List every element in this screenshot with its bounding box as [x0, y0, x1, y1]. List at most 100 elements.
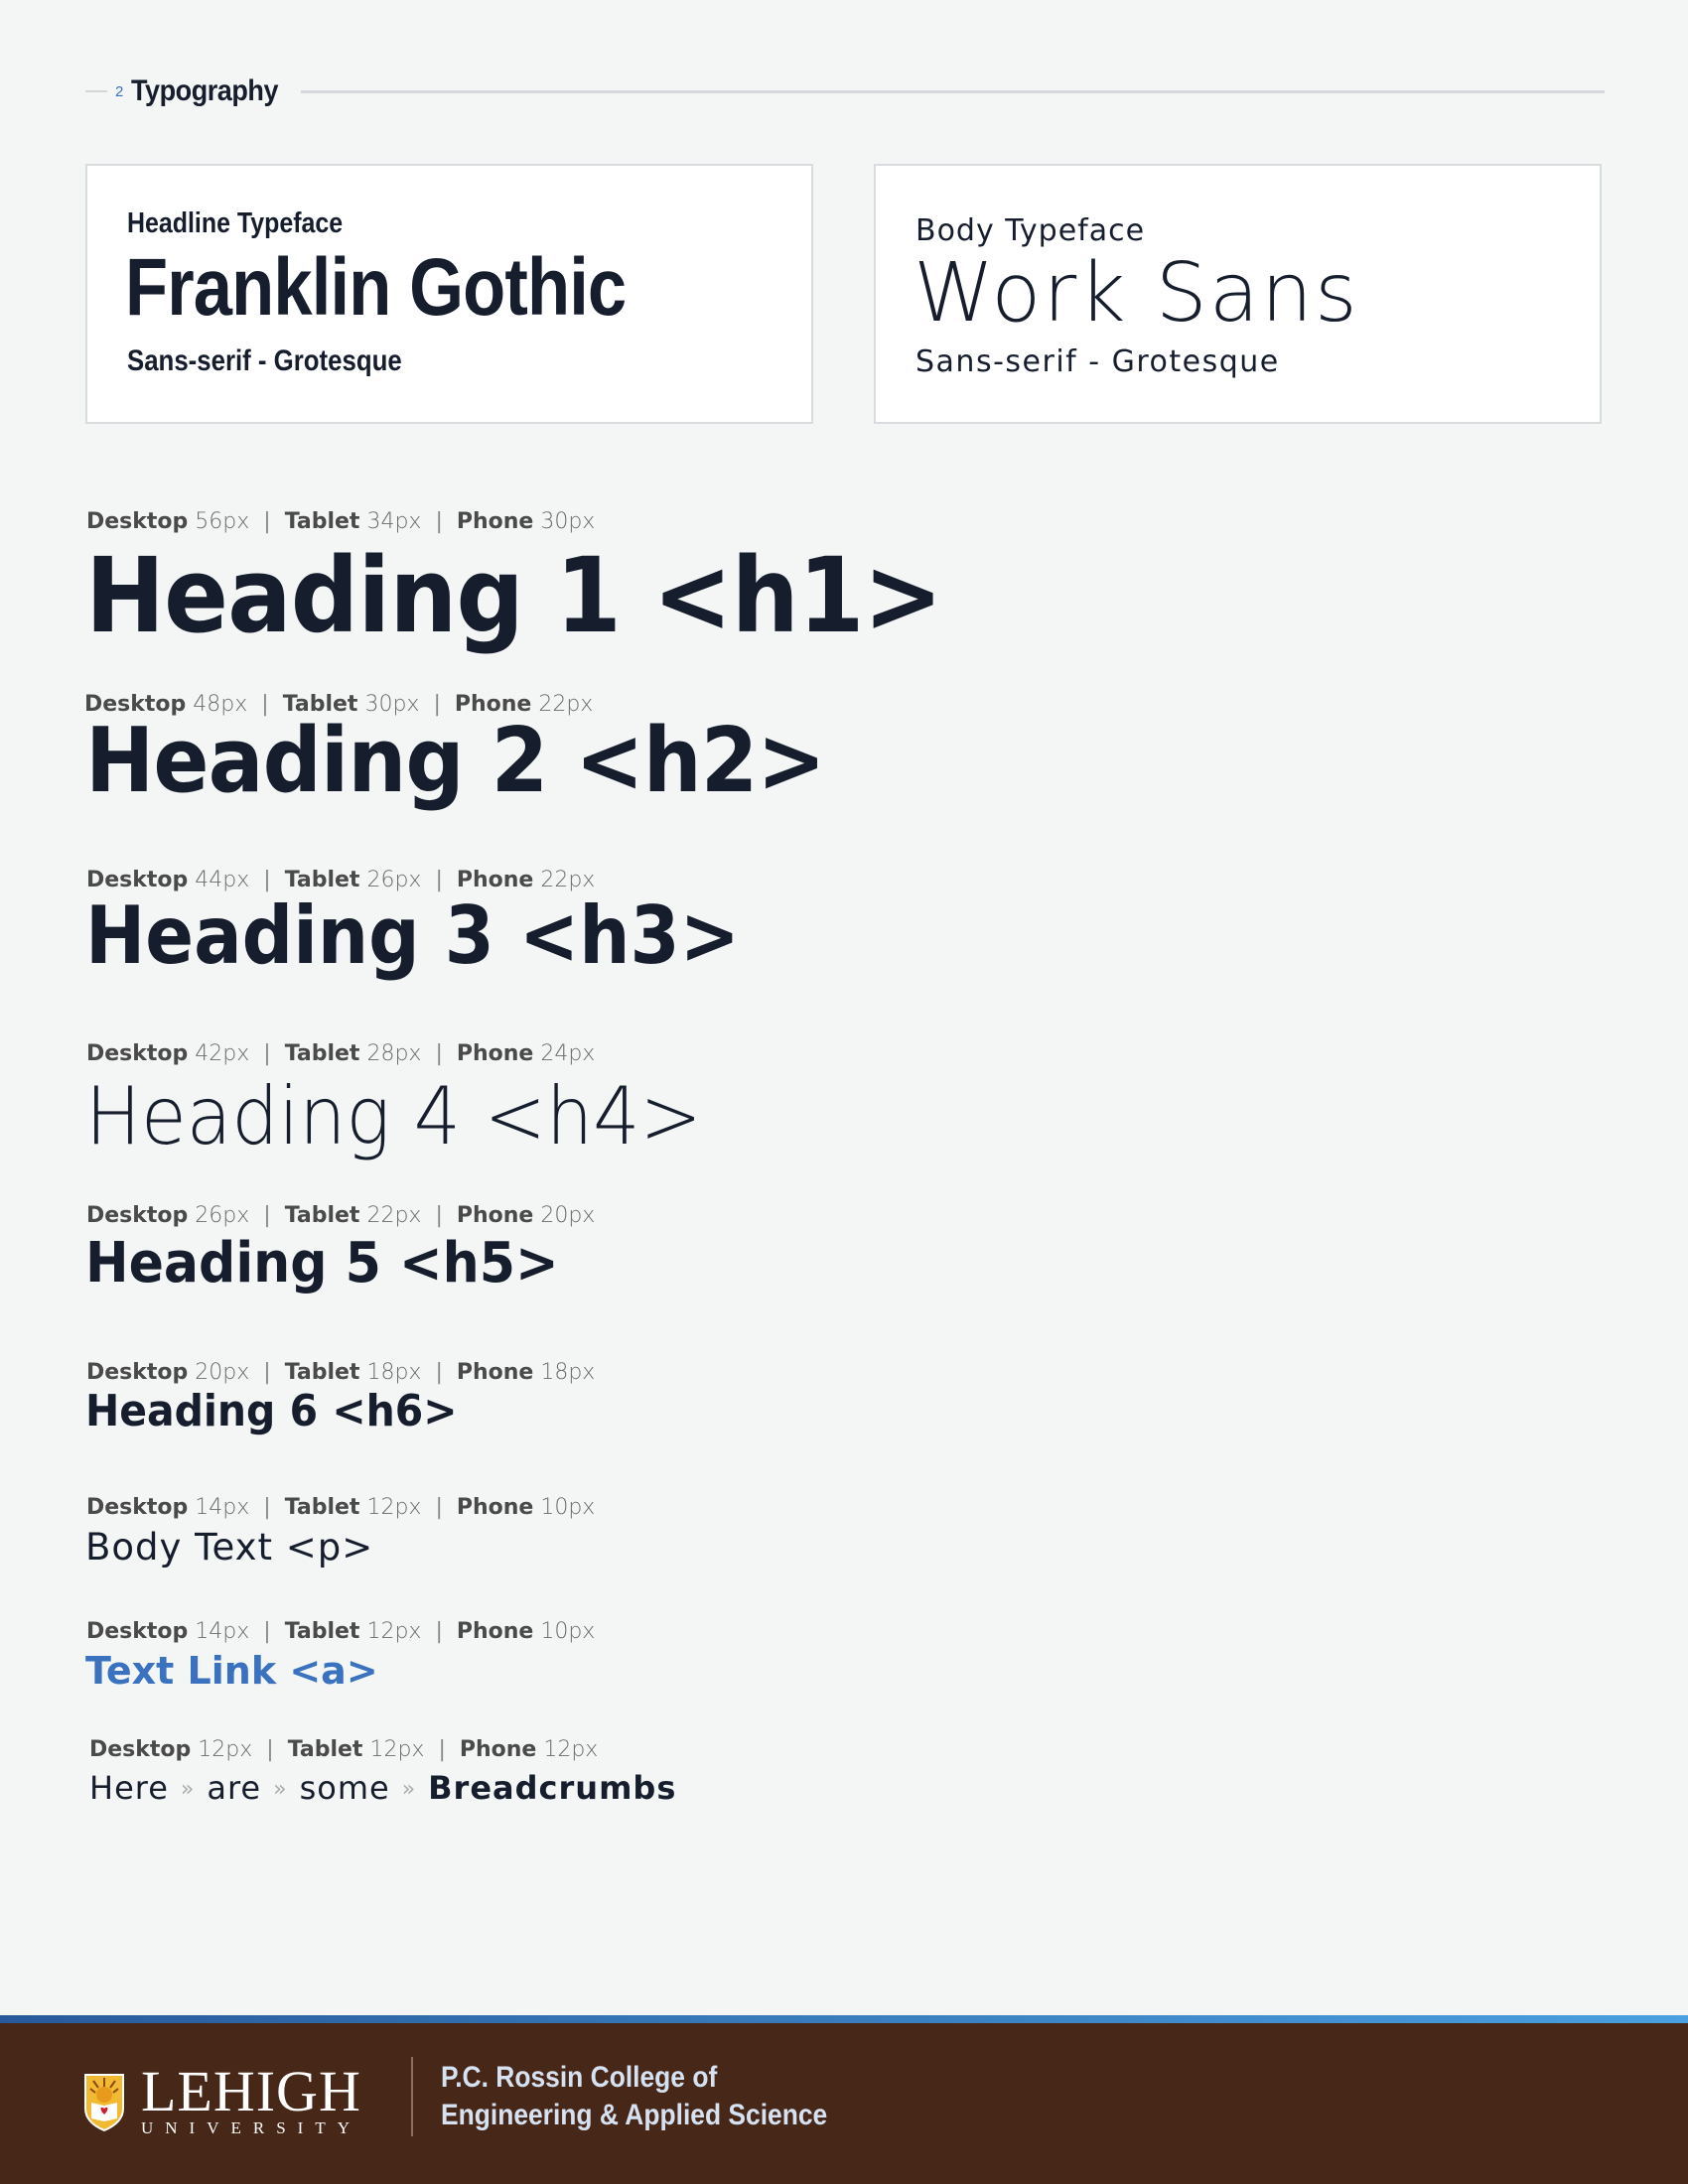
heading-2-sample: Heading 2 <h2> [85, 709, 826, 813]
footer-accent-stripe [0, 2015, 1688, 2023]
breadcrumb-item[interactable]: are [207, 1769, 261, 1807]
desktop-size: 12px [198, 1737, 253, 1762]
breadcrumb-separator: » [180, 1777, 196, 1802]
phone-size: 18px [540, 1360, 596, 1385]
desktop-label: Desktop [86, 1360, 189, 1385]
breadcrumb: Here » are » some » Breadcrumbs [89, 1772, 676, 1804]
college-name: P.C. Rossin College of Engineering & App… [441, 2059, 827, 2134]
college-name-line-1: P.C. Rossin College of [441, 2061, 718, 2094]
separator: | [435, 1360, 443, 1385]
heading-3-sample: Heading 3 <h3> [85, 889, 740, 982]
tablet-size: 22px [366, 1203, 422, 1228]
breadcrumb-item[interactable]: Here [89, 1769, 169, 1807]
separator: | [263, 1041, 271, 1066]
heading-1-sample: Heading 1 <h1> [85, 535, 943, 656]
desktop-size: 26px [195, 1203, 250, 1228]
separator: | [435, 509, 443, 534]
logo-wordmark: LEHIGH [141, 2059, 361, 2123]
breadcrumb-separator: » [273, 1777, 288, 1802]
body-typeface-name: Work Sans [914, 246, 1359, 341]
desktop-label: Desktop [86, 1619, 189, 1644]
tablet-size: 18px [366, 1360, 422, 1385]
separator: | [435, 1495, 443, 1520]
phone-label: Phone [456, 509, 534, 534]
separator: | [263, 1360, 271, 1385]
desktop-size: 14px [195, 1495, 250, 1520]
separator: | [263, 509, 271, 534]
desktop-label: Desktop [89, 1737, 192, 1762]
tablet-label: Tablet [287, 1737, 363, 1762]
heading-6-sample: Heading 6 <h6> [85, 1386, 458, 1436]
desktop-size: 42px [195, 1041, 250, 1066]
desktop-label: Desktop [86, 1495, 189, 1520]
separator: | [435, 1203, 443, 1228]
tablet-label: Tablet [284, 1619, 360, 1644]
lehigh-logo[interactable]: LEHIGH UNIVERSITY [83, 2059, 361, 2138]
phone-size: 30px [540, 509, 596, 534]
section-title: Typography [131, 74, 279, 107]
text-link-sample[interactable]: Text Link <a> [85, 1652, 378, 1690]
phone-label: Phone [456, 1041, 534, 1066]
college-name-line-2: Engineering & Applied Science [441, 2099, 828, 2131]
heading-5-sample: Heading 5 <h5> [85, 1231, 559, 1296]
section-header: 2 Typography [85, 69, 1605, 113]
footer: LEHIGH UNIVERSITY P.C. Rossin College of… [0, 2015, 1688, 2184]
tablet-size: 28px [366, 1041, 422, 1066]
size-spec-breadcrumbs: Desktop 12px | Tablet 12px | Phone 12px [89, 1737, 598, 1762]
desktop-size: 20px [195, 1360, 250, 1385]
headline-typeface-label: Headline Typeface [127, 207, 344, 239]
lehigh-shield-icon [84, 2074, 124, 2132]
phone-label: Phone [456, 1495, 534, 1520]
phone-size: 10px [540, 1495, 596, 1520]
breadcrumb-item[interactable]: some [300, 1769, 390, 1807]
desktop-label: Desktop [86, 1041, 189, 1066]
phone-size: 20px [540, 1203, 596, 1228]
heading-4-sample: Heading 4 <h4> [85, 1070, 702, 1162]
size-spec-h5: Desktop 26px | Tablet 22px | Phone 20px [86, 1203, 595, 1228]
phone-label: Phone [456, 1619, 534, 1644]
phone-size: 24px [540, 1041, 596, 1066]
headline-typeface-name: Franklin Gothic [125, 242, 627, 333]
separator: | [438, 1737, 446, 1762]
tablet-label: Tablet [284, 509, 360, 534]
phone-size: 12px [543, 1737, 599, 1762]
desktop-label: Desktop [86, 509, 189, 534]
tablet-size: 34px [366, 509, 422, 534]
body-text-sample: Body Text <p> [85, 1526, 374, 1569]
headline-typeface-classification: Sans-serif - Grotesque [127, 344, 402, 377]
tablet-label: Tablet [284, 1495, 360, 1520]
phone-label: Phone [456, 1360, 534, 1385]
desktop-label: Desktop [86, 1203, 189, 1228]
section-rule-left [85, 90, 107, 92]
size-spec-h6: Desktop 20px | Tablet 18px | Phone 18px [86, 1360, 595, 1385]
size-spec-h4: Desktop 42px | Tablet 28px | Phone 24px [86, 1041, 595, 1066]
body-typeface-classification: Sans-serif - Grotesque [915, 344, 1280, 379]
phone-label: Phone [459, 1737, 537, 1762]
body-typeface-label: Body Typeface [915, 213, 1146, 248]
size-spec-body: Desktop 14px | Tablet 12px | Phone 10px [86, 1495, 595, 1520]
headline-typeface-card: Headline Typeface Franklin Gothic Sans-s… [85, 164, 813, 424]
phone-size: 10px [540, 1619, 596, 1644]
tablet-label: Tablet [284, 1360, 360, 1385]
separator: | [266, 1737, 274, 1762]
separator: | [263, 1619, 271, 1644]
desktop-size: 56px [195, 509, 250, 534]
tablet-label: Tablet [284, 1041, 360, 1066]
separator: | [435, 1619, 443, 1644]
body-typeface-card: Body Typeface Work Sans Sans-serif - Gro… [874, 164, 1602, 424]
separator: | [263, 1203, 271, 1228]
tablet-size: 12px [369, 1737, 425, 1762]
size-spec-link: Desktop 14px | Tablet 12px | Phone 10px [86, 1619, 595, 1644]
tablet-size: 12px [366, 1619, 422, 1644]
logo-subtitle: UNIVERSITY [141, 2118, 361, 2137]
phone-label: Phone [456, 1203, 534, 1228]
footer-divider [411, 2057, 413, 2136]
tablet-label: Tablet [284, 1203, 360, 1228]
size-spec-h1: Desktop 56px | Tablet 34px | Phone 30px [86, 509, 595, 534]
desktop-size: 14px [195, 1619, 250, 1644]
breadcrumb-current: Breadcrumbs [428, 1769, 677, 1807]
separator: | [263, 1495, 271, 1520]
section-rule-right [300, 89, 1605, 93]
tablet-size: 12px [366, 1495, 422, 1520]
section-number: 2 [115, 82, 124, 100]
